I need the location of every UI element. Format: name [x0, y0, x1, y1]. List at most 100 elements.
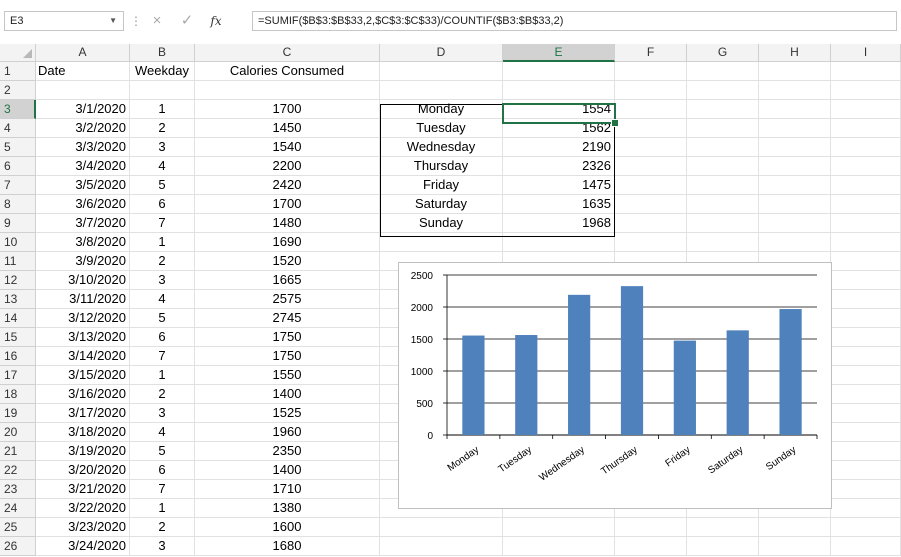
cell-b1[interactable]: Weekday [130, 62, 195, 81]
cancel-entry-button[interactable]: × [146, 10, 168, 32]
cell-c5[interactable]: 1540 [195, 138, 380, 157]
cell-d6[interactable]: Thursday [380, 157, 503, 176]
cell-i3[interactable] [831, 100, 901, 119]
row-header-4[interactable]: 4 [0, 119, 36, 138]
cell-a5[interactable]: 3/3/2020 [36, 138, 130, 157]
cell-a7[interactable]: 3/5/2020 [36, 176, 130, 195]
cell-i21[interactable] [831, 442, 901, 461]
cell-g3[interactable] [687, 100, 759, 119]
cell-h3[interactable] [759, 100, 831, 119]
name-box[interactable]: E3 ▼ [4, 11, 124, 31]
cell-i26[interactable] [831, 537, 901, 556]
cell-i2[interactable] [831, 81, 901, 100]
cell-b20[interactable]: 4 [130, 423, 195, 442]
cell-i16[interactable] [831, 347, 901, 366]
cell-f5[interactable] [615, 138, 687, 157]
cell-i7[interactable] [831, 176, 901, 195]
cell-f9[interactable] [615, 214, 687, 233]
cell-h4[interactable] [759, 119, 831, 138]
bar-chart[interactable]: 0 500 1000 1500 2000 2500 Monday Tuesday Wednesd… [398, 262, 832, 509]
cell-c3[interactable]: 1700 [195, 100, 380, 119]
cell-f3[interactable] [615, 100, 687, 119]
cell-c13[interactable]: 2575 [195, 290, 380, 309]
cell-b7[interactable]: 5 [130, 176, 195, 195]
cell-a12[interactable]: 3/10/2020 [36, 271, 130, 290]
cell-b2[interactable] [130, 81, 195, 100]
row-header-25[interactable]: 25 [0, 518, 36, 537]
cell-c4[interactable]: 1450 [195, 119, 380, 138]
row-header-19[interactable]: 19 [0, 404, 36, 423]
cell-a25[interactable]: 3/23/2020 [36, 518, 130, 537]
cell-d7[interactable]: Friday [380, 176, 503, 195]
cell-d10[interactable] [380, 233, 503, 252]
cell-b11[interactable]: 2 [130, 252, 195, 271]
cell-c26[interactable]: 1680 [195, 537, 380, 556]
row-header-1[interactable]: 1 [0, 62, 36, 81]
cell-e4[interactable]: 1562 [503, 119, 615, 138]
cell-f4[interactable] [615, 119, 687, 138]
cell-f1[interactable] [615, 62, 687, 81]
cell-a23[interactable]: 3/21/2020 [36, 480, 130, 499]
cell-g9[interactable] [687, 214, 759, 233]
cell-e25[interactable] [503, 518, 615, 537]
cell-a4[interactable]: 3/2/2020 [36, 119, 130, 138]
cell-f25[interactable] [615, 518, 687, 537]
cell-h25[interactable] [759, 518, 831, 537]
cell-a22[interactable]: 3/20/2020 [36, 461, 130, 480]
row-header-22[interactable]: 22 [0, 461, 36, 480]
row-header-23[interactable]: 23 [0, 480, 36, 499]
row-header-18[interactable]: 18 [0, 385, 36, 404]
cell-a20[interactable]: 3/18/2020 [36, 423, 130, 442]
cell-c2[interactable] [195, 81, 380, 100]
cell-h26[interactable] [759, 537, 831, 556]
cell-b17[interactable]: 1 [130, 366, 195, 385]
cell-g4[interactable] [687, 119, 759, 138]
cell-b25[interactable]: 2 [130, 518, 195, 537]
cell-d4[interactable]: Tuesday [380, 119, 503, 138]
row-header-7[interactable]: 7 [0, 176, 36, 195]
cell-c25[interactable]: 1600 [195, 518, 380, 537]
cell-a19[interactable]: 3/17/2020 [36, 404, 130, 423]
cell-b24[interactable]: 1 [130, 499, 195, 518]
formula-bar-grip-icon[interactable]: ⋮ [130, 12, 142, 30]
cell-i15[interactable] [831, 328, 901, 347]
cell-b4[interactable]: 2 [130, 119, 195, 138]
cell-a16[interactable]: 3/14/2020 [36, 347, 130, 366]
cell-b13[interactable]: 4 [130, 290, 195, 309]
cell-c1[interactable]: Calories Consumed [195, 62, 380, 81]
row-header-26[interactable]: 26 [0, 537, 36, 556]
column-header-h[interactable]: H [759, 44, 831, 62]
cell-c12[interactable]: 1665 [195, 271, 380, 290]
cell-b18[interactable]: 2 [130, 385, 195, 404]
column-header-e[interactable]: E [503, 44, 615, 62]
cell-a18[interactable]: 3/16/2020 [36, 385, 130, 404]
cell-i8[interactable] [831, 195, 901, 214]
row-header-20[interactable]: 20 [0, 423, 36, 442]
cell-i1[interactable] [831, 62, 901, 81]
insert-function-button[interactable]: fx [205, 10, 227, 32]
row-header-14[interactable]: 14 [0, 309, 36, 328]
cell-b9[interactable]: 7 [130, 214, 195, 233]
cell-c19[interactable]: 1525 [195, 404, 380, 423]
cell-e7[interactable]: 1475 [503, 176, 615, 195]
cell-b14[interactable]: 5 [130, 309, 195, 328]
cell-i6[interactable] [831, 157, 901, 176]
cell-b22[interactable]: 6 [130, 461, 195, 480]
cell-c7[interactable]: 2420 [195, 176, 380, 195]
row-header-5[interactable]: 5 [0, 138, 36, 157]
row-header-8[interactable]: 8 [0, 195, 36, 214]
cell-a9[interactable]: 3/7/2020 [36, 214, 130, 233]
cell-g8[interactable] [687, 195, 759, 214]
cell-b12[interactable]: 3 [130, 271, 195, 290]
cell-g1[interactable] [687, 62, 759, 81]
cell-c23[interactable]: 1710 [195, 480, 380, 499]
cell-c22[interactable]: 1400 [195, 461, 380, 480]
cell-c16[interactable]: 1750 [195, 347, 380, 366]
cell-d9[interactable]: Sunday [380, 214, 503, 233]
cell-h6[interactable] [759, 157, 831, 176]
cell-i23[interactable] [831, 480, 901, 499]
row-header-9[interactable]: 9 [0, 214, 36, 233]
cell-b16[interactable]: 7 [130, 347, 195, 366]
cell-i4[interactable] [831, 119, 901, 138]
cell-e3[interactable]: 1554 [503, 100, 615, 119]
